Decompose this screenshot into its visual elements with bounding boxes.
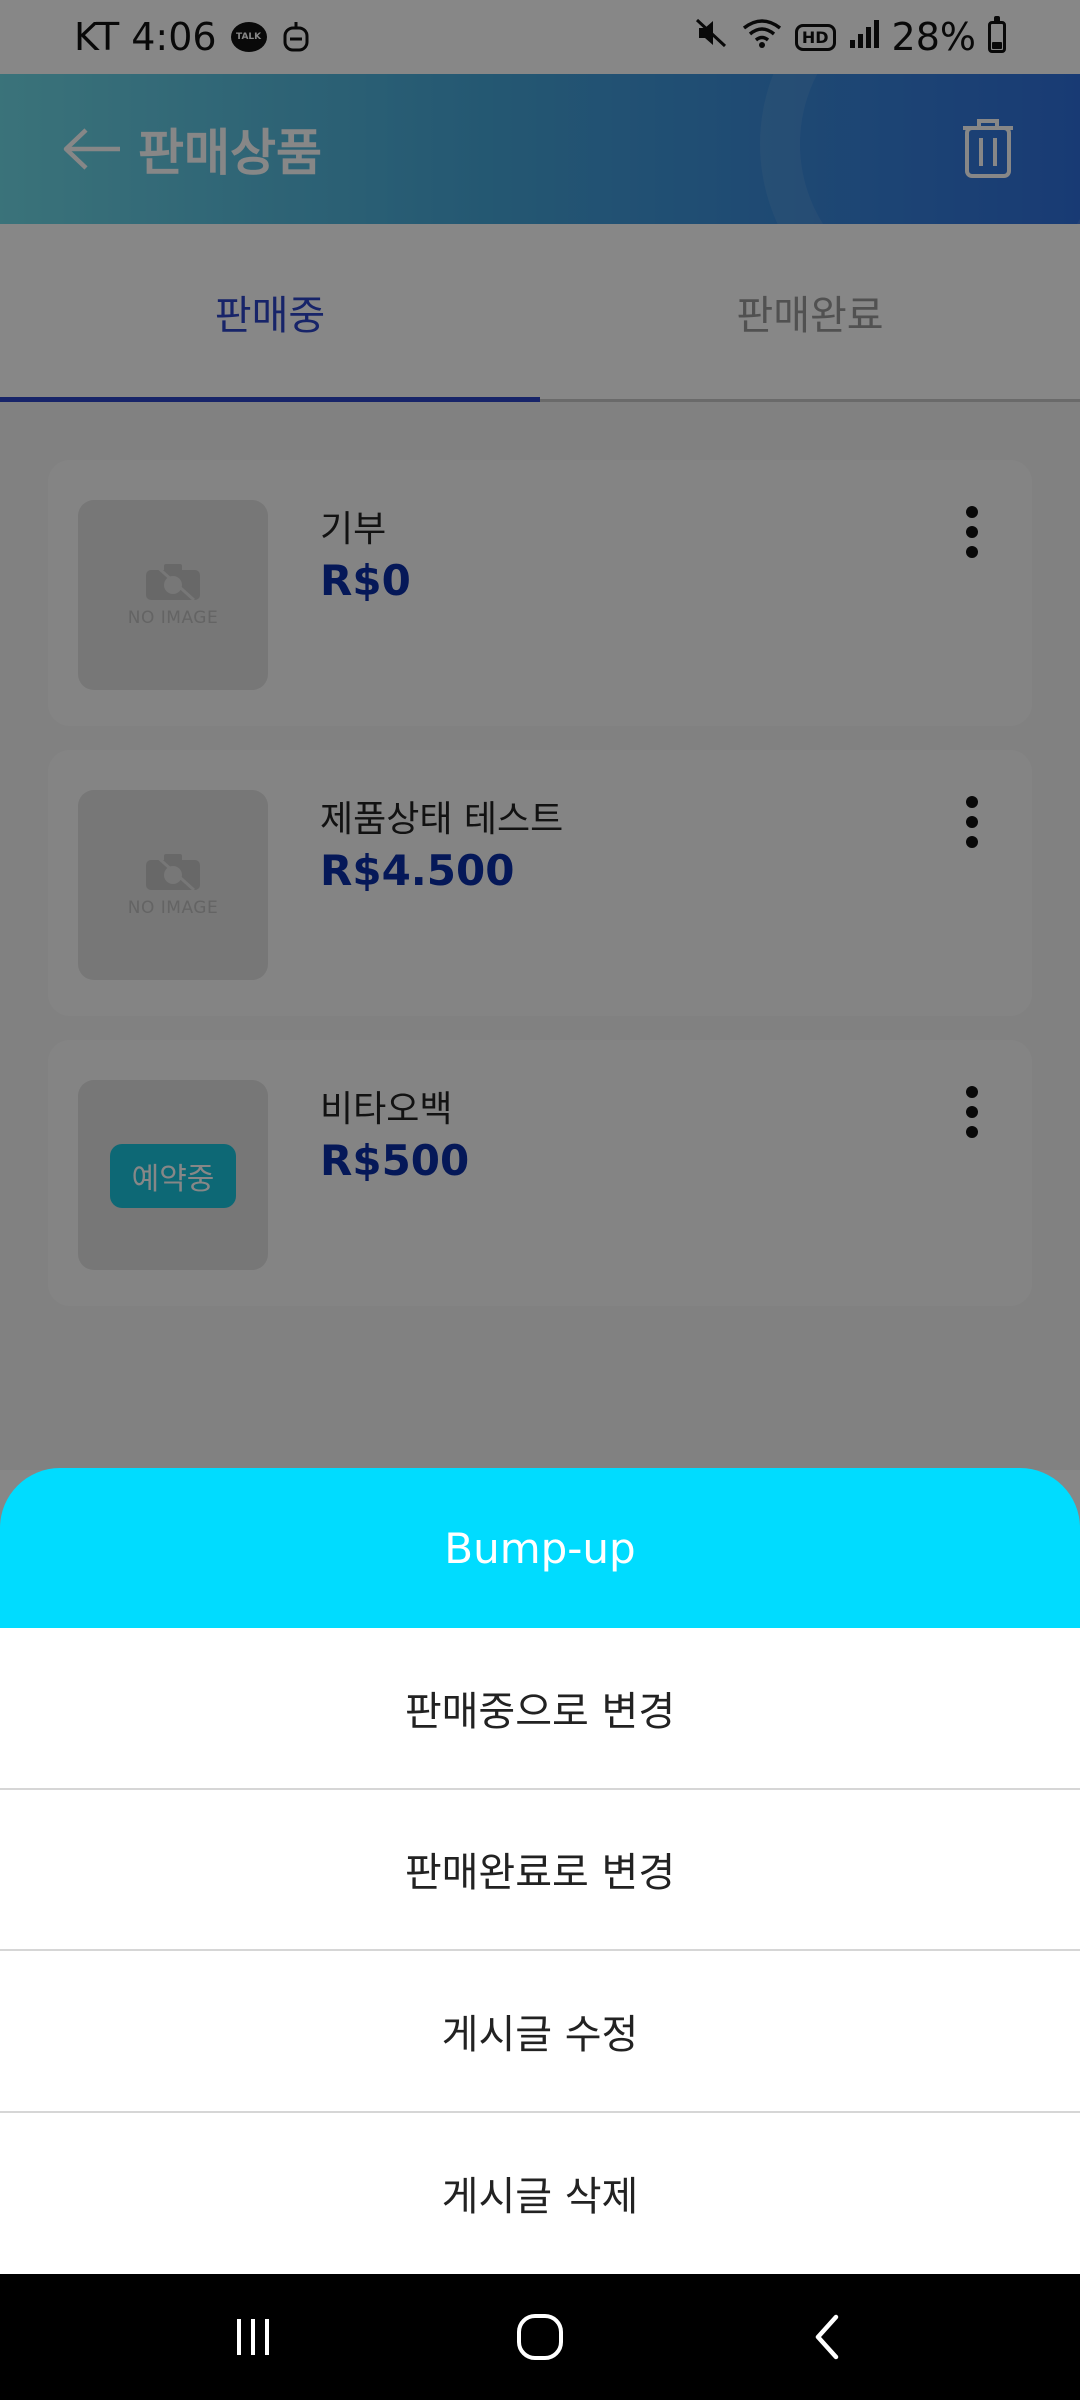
change-to-on-sale-button[interactable]: 판매중으로 변경 (0, 1628, 1080, 1790)
action-bottom-sheet: Bump-up 판매중으로 변경 판매완료로 변경 게시글 수정 게시글 삭제 (0, 1468, 1080, 2274)
recent-apps-icon[interactable] (208, 2292, 298, 2382)
back-nav-icon[interactable] (782, 2292, 872, 2382)
delete-post-button[interactable]: 게시글 삭제 (0, 2112, 1080, 2274)
edit-post-button[interactable]: 게시글 수정 (0, 1951, 1080, 2113)
home-icon[interactable] (495, 2292, 585, 2382)
system-nav-bar (0, 2274, 1080, 2400)
bump-up-button[interactable]: Bump-up (0, 1468, 1080, 1628)
change-to-sold-button[interactable]: 판매완료로 변경 (0, 1789, 1080, 1951)
